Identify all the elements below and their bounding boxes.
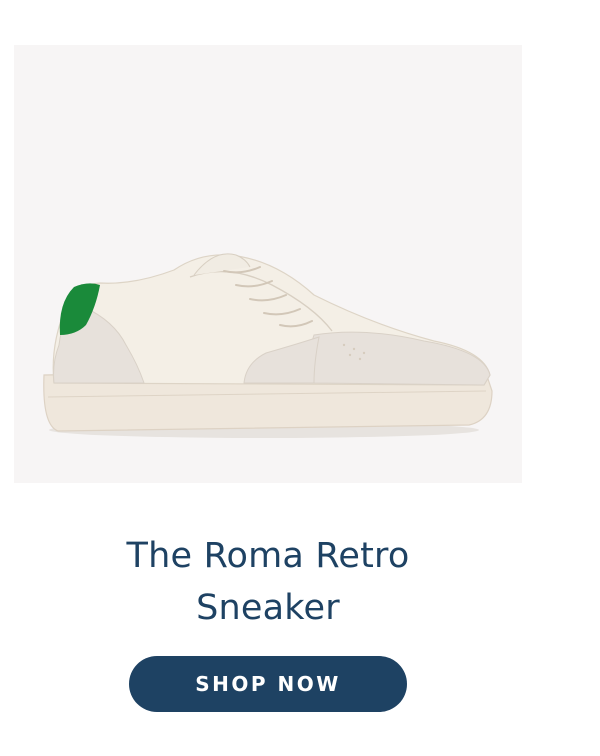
product-title: The Roma Retro Sneaker	[126, 536, 410, 628]
shop-now-button[interactable]: SHOP NOW	[129, 656, 407, 712]
product-image[interactable]	[14, 45, 522, 483]
sneaker-illustration	[43, 253, 493, 438]
